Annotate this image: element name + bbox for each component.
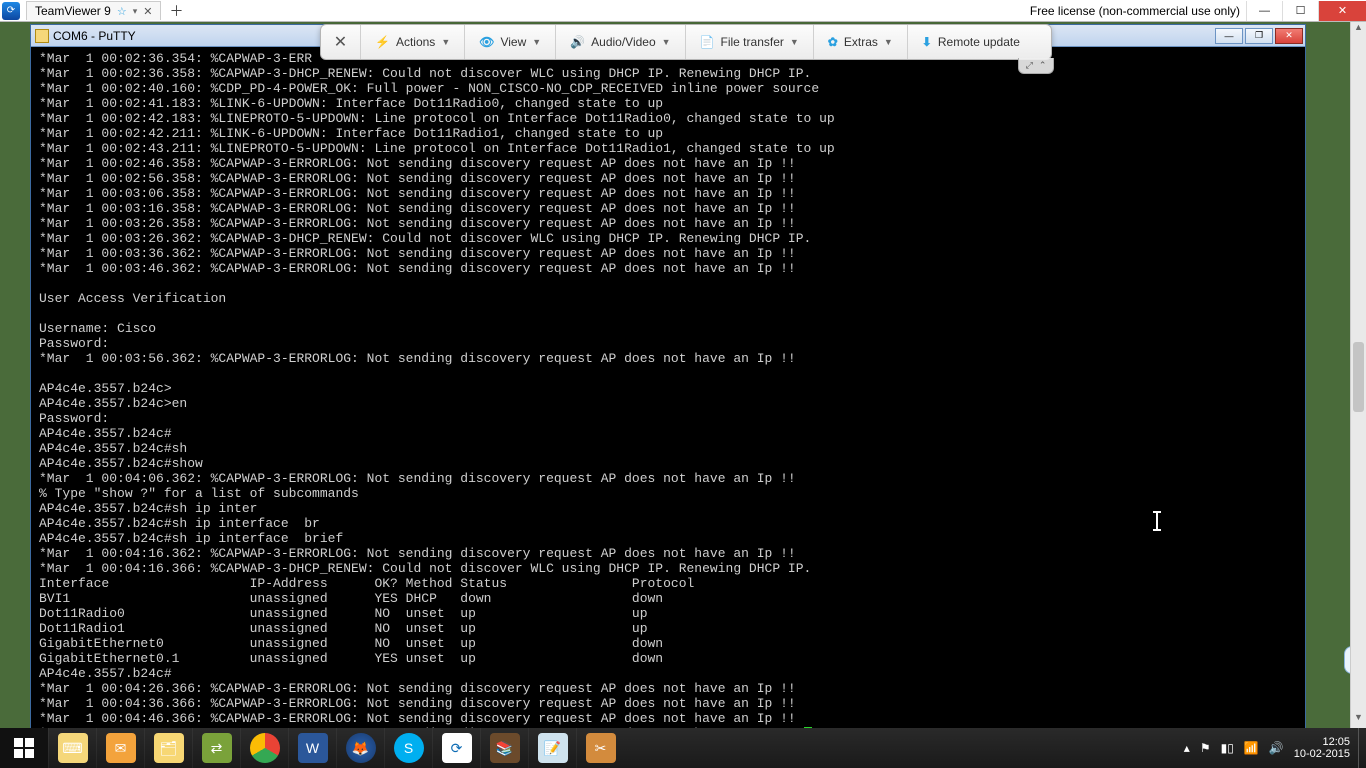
toolbar-handle[interactable]: ⤢ ⌃ [1018,58,1054,74]
vertical-scrollbar[interactable]: ▲ ▼ [1350,22,1366,728]
system-tray: ▴ ⚑ ▮▯ 📶 🔊 12:05 10-02-2015 [1176,736,1358,760]
taskbar-item-winrar[interactable]: 📚 [480,728,528,768]
view-label: View [500,35,526,49]
close-icon: ✕ [334,32,347,52]
taskbar-item-teamviewer[interactable]: ⟳ [432,728,480,768]
chevron-down-icon: ▼ [884,37,893,47]
taskbar-item-putty[interactable]: ⌨ [48,728,96,768]
window-maximize-button[interactable]: ☐ [1282,1,1318,21]
text-cursor-icon [1156,512,1158,530]
teamviewer-titlebar: ⟳ TeamViewer 9 ☆ ▾ ✕ ＋ Free license (non… [0,0,1366,22]
terminal-output[interactable]: *Mar 1 00:02:36.354: %CAPWAP-3-ERR *Mar … [31,47,1305,729]
putty-close-button[interactable]: ✕ [1275,28,1303,44]
session-tab[interactable]: TeamViewer 9 ☆ ▾ ✕ [26,1,161,20]
volume-icon[interactable]: 🔊 [1269,741,1284,755]
chevron-down-icon: ▼ [662,37,671,47]
start-button[interactable] [0,728,48,768]
taskbar-item-explorer[interactable]: 🗂 [144,728,192,768]
actions-menu[interactable]: ⚡ Actions ▼ [361,25,465,59]
license-text: Free license (non-commercial use only) [1024,4,1246,18]
taskbar-item-word[interactable]: W [288,728,336,768]
taskbar-item-skype[interactable]: S [384,728,432,768]
gear-icon: ✿ [828,35,838,49]
taskbar-item-outlook[interactable]: ✉ [96,728,144,768]
scroll-thumb[interactable] [1353,342,1364,412]
eye-icon: 👁 [479,35,494,49]
taskbar-item-snipping[interactable]: ✂ [576,728,624,768]
teamviewer-logo-icon: ⟳ [2,2,20,20]
chevron-down-icon: ▼ [790,37,799,47]
chevron-down-icon: ▼ [441,37,450,47]
clock-time: 12:05 [1294,736,1350,748]
scroll-down-icon[interactable]: ▼ [1351,712,1366,728]
terminal-text: *Mar 1 00:02:36.354: %CAPWAP-3-ERR *Mar … [39,51,835,729]
session-close-button[interactable]: ✕ [321,25,361,59]
chevron-down-icon: ▼ [532,37,541,47]
taskbar-item-winscp[interactable]: ⇄ [192,728,240,768]
star-icon[interactable]: ☆ [117,5,127,18]
teamviewer-session-toolbar: ✕ ⚡ Actions ▼ 👁 View ▼ 🔊 Audio/Video ▼ 📄… [320,24,1052,60]
putty-title: COM6 - PuTTY [53,29,136,43]
putty-minimize-button[interactable]: — [1215,28,1243,44]
window-minimize-button[interactable]: — [1246,1,1282,21]
tab-close-icon[interactable]: ✕ [143,5,152,18]
new-tab-button[interactable]: ＋ [169,1,183,21]
expand-icon: ⤢ [1026,60,1033,71]
speaker-icon: 🔊 [570,35,585,49]
taskbar-item-chrome[interactable] [240,728,288,768]
window-close-button[interactable]: ✕ [1318,1,1366,21]
remote-update-label: Remote update [938,35,1020,49]
putty-window: COM6 - PuTTY — ❐ ✕ *Mar 1 00:02:36.354: … [30,24,1306,730]
view-menu[interactable]: 👁 View ▼ [465,25,556,59]
download-icon: ⬇ [922,35,932,49]
flag-icon[interactable]: ⚑ [1200,741,1211,755]
collapse-icon: ⌃ [1039,60,1047,71]
show-desktop-button[interactable] [1358,728,1366,768]
extras-label: Extras [844,35,878,49]
battery-icon[interactable]: ▮▯ [1221,741,1234,755]
remote-update-button[interactable]: ⬇ Remote update [908,25,1034,59]
av-label: Audio/Video [591,35,656,49]
file-transfer-menu[interactable]: 📄 File transfer ▼ [686,25,814,59]
audio-video-menu[interactable]: 🔊 Audio/Video ▼ [556,25,685,59]
taskbar-clock[interactable]: 12:05 10-02-2015 [1294,736,1350,760]
network-icon[interactable]: 📶 [1244,741,1259,755]
windows-taskbar: ⌨ ✉ 🗂 ⇄ W 🦊 S ⟳ 📚 📝 ✂ ▴ ⚑ ▮▯ 📶 🔊 12:05 1… [0,728,1366,768]
clock-date: 10-02-2015 [1294,748,1350,760]
scroll-up-icon[interactable]: ▲ [1351,22,1366,38]
taskbar-item-notepad[interactable]: 📝 [528,728,576,768]
putty-icon [35,29,49,43]
actions-label: Actions [396,35,435,49]
session-tab-title: TeamViewer 9 [35,4,111,18]
taskbar-item-firefox[interactable]: 🦊 [336,728,384,768]
tab-chevron-icon[interactable]: ▾ [133,6,138,17]
tray-chevron-icon[interactable]: ▴ [1184,741,1190,755]
extras-menu[interactable]: ✿ Extras ▼ [814,25,908,59]
putty-maximize-button[interactable]: ❐ [1245,28,1273,44]
ft-label: File transfer [721,35,784,49]
file-icon: 📄 [700,35,715,49]
bolt-icon: ⚡ [375,35,390,49]
windows-logo-icon [14,738,34,758]
